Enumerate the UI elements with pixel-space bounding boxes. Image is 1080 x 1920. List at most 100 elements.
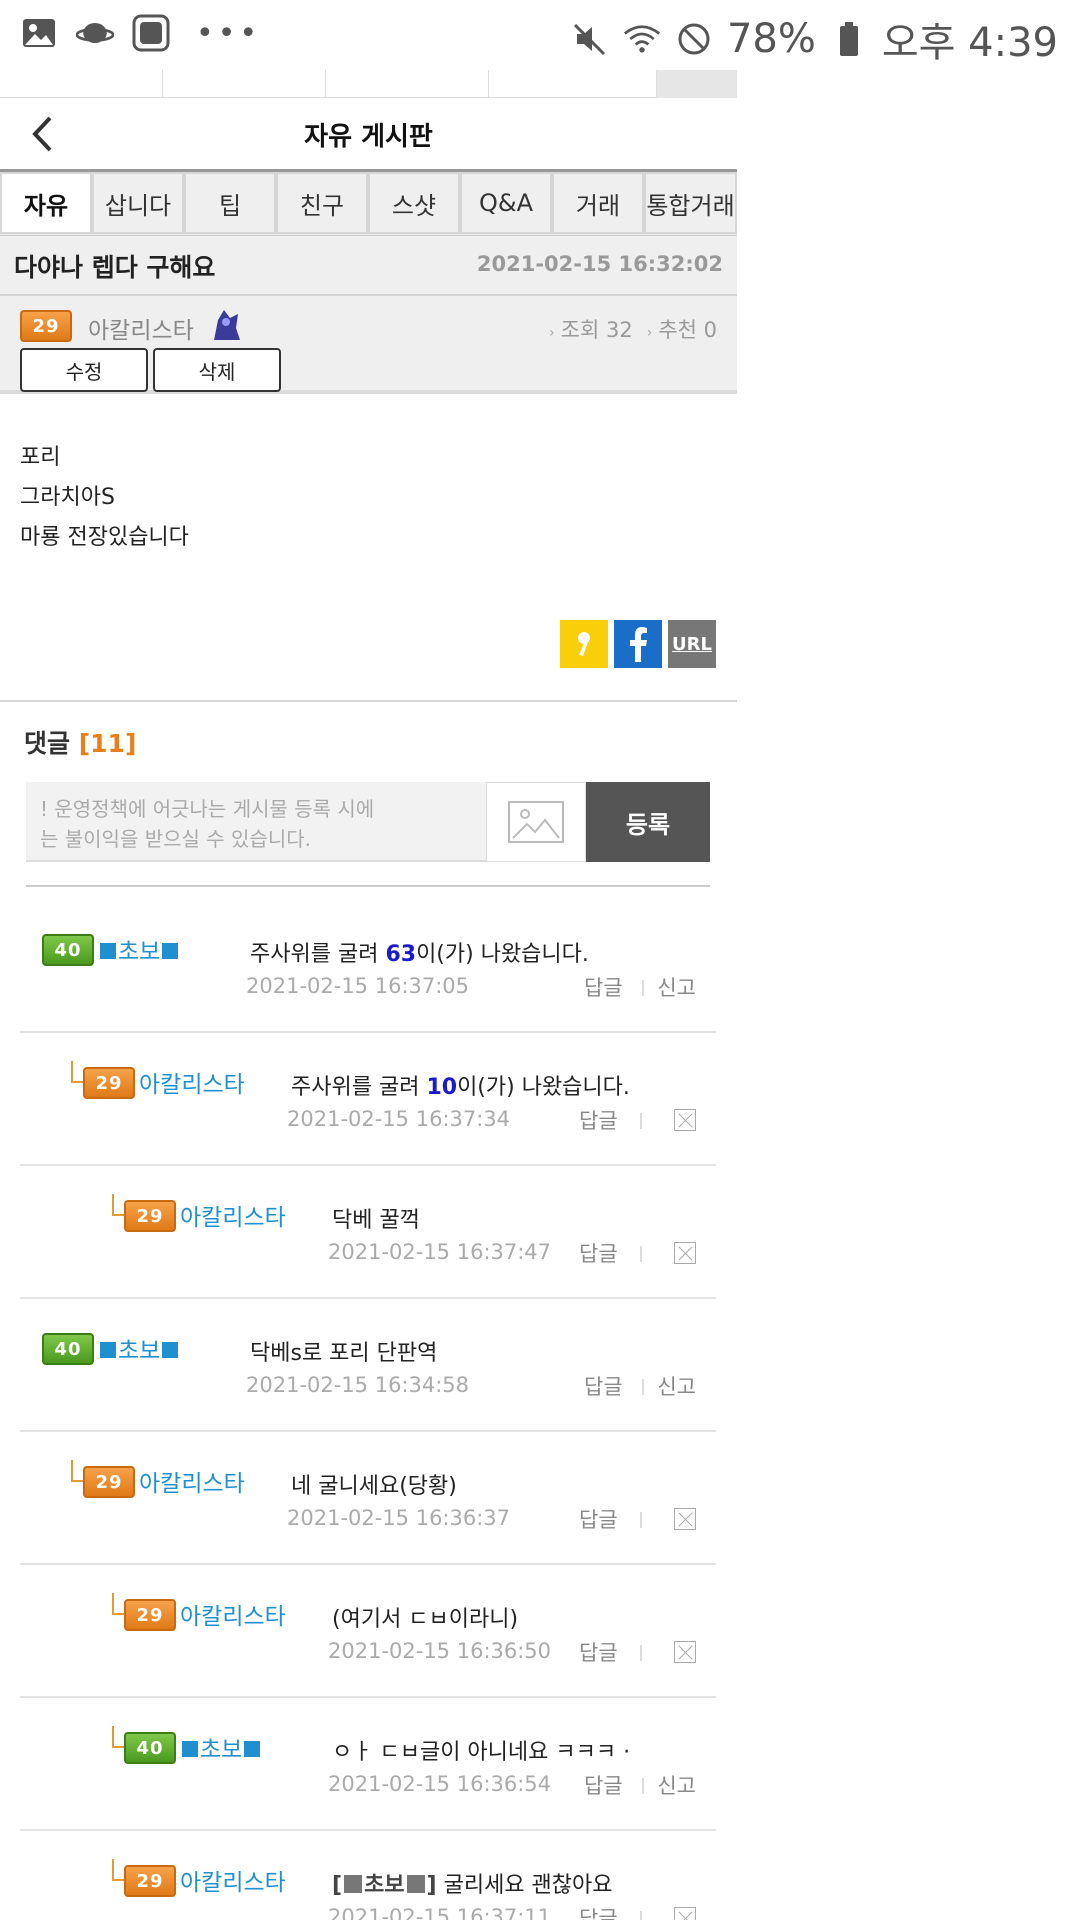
report-button[interactable]: 신고 <box>657 1371 696 1401</box>
kakao-share-button[interactable] <box>560 620 608 668</box>
report-button[interactable]: 신고 <box>657 1770 696 1800</box>
comment-text-main: ㅇㅏ ㄷㅂ글이 아니네요 ㅋㅋㅋ · <box>332 1740 631 1765</box>
tab-screenshots[interactable]: 스샷 <box>368 172 460 234</box>
status-bar-left: ••• <box>20 14 261 52</box>
facebook-icon <box>630 627 647 662</box>
level-badge: 40 <box>124 1732 176 1764</box>
comment-row: 29 아칼리스타 주사위를 굴려 10이(가) 나왔습니다. 2021-02-15 1… <box>20 1033 716 1166</box>
divider <box>640 1246 642 1262</box>
dice-result: 63 <box>385 942 417 967</box>
reply-button[interactable]: 답글 <box>584 1770 623 1800</box>
submit-comment-button[interactable]: 등록 <box>586 782 710 862</box>
tab-trade[interactable]: 거래 <box>552 172 644 234</box>
saturn-icon <box>76 14 114 52</box>
comment-author[interactable]: 아칼리스타 <box>180 1198 286 1232</box>
reply-button[interactable]: 답글 <box>579 1105 618 1135</box>
comment-date: 2021-02-15 16:37:47 <box>328 1240 552 1264</box>
comment-author-name: 초보 <box>118 939 161 965</box>
edit-button[interactable]: 수정 <box>20 348 148 392</box>
comment-text-main: 주사위를 굴려 <box>250 942 386 967</box>
comment-author[interactable]: 아칼리스타 <box>180 1597 286 1631</box>
tab-qna[interactable]: Q&A <box>460 172 552 234</box>
divider <box>0 700 737 702</box>
view-count-label: 조회 32 <box>560 318 633 342</box>
page-title: 자유 게시판 <box>304 122 433 152</box>
tab-free[interactable]: 자유 <box>0 172 92 234</box>
more-notifications-icon: ••• <box>196 15 262 51</box>
divider <box>642 980 644 996</box>
report-button[interactable]: 신고 <box>657 972 696 1002</box>
comment-row: 29 아칼리스타 (여기서 ㄷㅂ이라니) 2021-02-15 16:36:50 답글 <box>20 1565 716 1698</box>
reply-button[interactable]: 답글 <box>579 1903 618 1920</box>
reply-button[interactable]: 답글 <box>579 1637 618 1667</box>
reply-button[interactable]: 답글 <box>584 972 623 1002</box>
comment-placeholder: 는 불이익을 받으실 수 있습니다. <box>40 827 311 851</box>
square-icon <box>162 1342 179 1358</box>
post-date: 2021-02-15 16:32:02 <box>476 252 723 276</box>
battery-percent: 78% <box>726 16 816 62</box>
reply-button[interactable]: 답글 <box>584 1371 623 1401</box>
gallery-icon <box>20 14 58 52</box>
comment-text: (여기서 ㄷㅂ이라니) <box>332 1601 518 1633</box>
top-nav-cell[interactable] <box>163 70 326 98</box>
comment-text: [초보] 굴리세요 괜찮아요 <box>332 1867 613 1899</box>
tab-tips[interactable]: 팁 <box>184 172 276 234</box>
top-nav-cell[interactable] <box>0 70 163 98</box>
comment-author-name: 아칼리스타 <box>180 1604 286 1630</box>
comments-count: [11] <box>78 729 137 758</box>
delete-button[interactable]: 삭제 <box>153 348 281 392</box>
board-tabs: 자유 삽니다 팁 친구 스샷 Q&A 거래 통합거래 <box>0 172 737 236</box>
status-bar: ••• 78% 오후 4:39 <box>0 0 1080 70</box>
top-nav-strip[interactable] <box>0 70 737 98</box>
comment-author[interactable]: 초보 <box>98 932 180 966</box>
delete-comment-icon[interactable] <box>674 1907 696 1920</box>
comment-text: ㅇㅏ ㄷㅂ글이 아니네요 ㅋㅋㅋ · <box>332 1734 630 1766</box>
tab-friends[interactable]: 친구 <box>276 172 368 234</box>
comment-author[interactable]: 아칼리스타 <box>139 1464 245 1498</box>
comment-author[interactable]: 초보 <box>98 1331 180 1365</box>
community-app-icon <box>132 14 170 52</box>
attach-image-button[interactable] <box>486 782 586 862</box>
comment-text-main: (여기서 ㄷㅂ이라니) <box>332 1607 519 1632</box>
comment-text-main: 닥베 꿀꺽 <box>332 1208 420 1233</box>
web-content: 자유 게시판 자유 삽니다 팁 친구 스샷 Q&A 거래 통합거래 다야나 렙다… <box>0 70 737 1920</box>
divider <box>640 1645 642 1661</box>
mute-icon <box>571 20 609 58</box>
reply-button[interactable]: 답글 <box>579 1504 618 1534</box>
status-bar-right: 78% 오후 4:39 <box>571 10 1058 68</box>
comment-author[interactable]: 아칼리스타 <box>180 1863 286 1897</box>
recommend-count-label: 추천 0 <box>658 318 717 342</box>
facebook-share-button[interactable] <box>614 620 662 668</box>
post-author[interactable]: 아칼리스타 <box>88 311 194 345</box>
arrow-icon: › <box>646 325 653 341</box>
comment-text-main: 네 굴니세요(당황) <box>291 1474 457 1499</box>
delete-comment-icon[interactable] <box>674 1641 696 1663</box>
gem-icon[interactable] <box>657 70 737 98</box>
delete-comment-icon[interactable] <box>674 1109 696 1131</box>
comment-author[interactable]: 초보 <box>180 1730 262 1764</box>
reply-button[interactable]: 답글 <box>579 1238 618 1268</box>
top-nav-cell[interactable] <box>489 70 657 98</box>
mention-name: 초보 <box>364 1873 405 1898</box>
comment-author-name: 아칼리스타 <box>139 1471 245 1497</box>
comment-row: 29 아칼리스타 네 굴니세요(당황) 2021-02-15 16:36:37 답글 <box>20 1432 716 1565</box>
title-bar: 자유 게시판 <box>0 98 737 172</box>
comment-input[interactable]: ! 운영정책에 어긋나는 게시물 등록 시에 는 불이익을 받으실 수 있습니다… <box>26 782 486 862</box>
comment-author[interactable]: 아칼리스타 <box>139 1065 245 1099</box>
tab-buy[interactable]: 삽니다 <box>92 172 184 234</box>
battery-icon <box>830 20 868 58</box>
tab-integrated-trade[interactable]: 통합거래 <box>644 172 737 234</box>
mention-tag[interactable]: [초보] <box>332 1873 437 1898</box>
dice-result: 10 <box>426 1075 458 1100</box>
top-nav-cell[interactable] <box>326 70 489 98</box>
comment-author-name: 아칼리스타 <box>180 1205 286 1231</box>
url-share-button[interactable]: URL <box>668 620 716 668</box>
level-badge: 29 <box>124 1865 176 1897</box>
delete-comment-icon[interactable] <box>674 1242 696 1264</box>
comment-placeholder: ! 운영정책에 어긋나는 게시물 등록 시에 <box>40 797 375 821</box>
delete-comment-icon[interactable] <box>674 1508 696 1530</box>
level-badge: 29 <box>83 1067 135 1099</box>
comment-date: 2021-02-15 16:34:58 <box>246 1373 470 1397</box>
comment-row: 40 초보 닥베s로 포리 단판역 2021-02-15 16:34:58 답글 신고 <box>20 1299 716 1432</box>
comment-text: 주사위를 굴려 63이(가) 나왔습니다. <box>250 936 589 968</box>
